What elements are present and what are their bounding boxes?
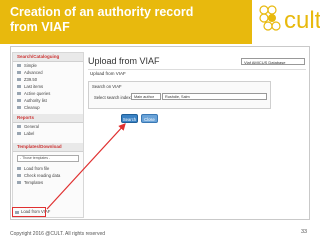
sidebar-heading-reports: Reports bbox=[13, 114, 83, 123]
sidebar-item-templates[interactable]: Templates bbox=[13, 179, 83, 186]
file-icon bbox=[17, 167, 21, 170]
search-icon bbox=[17, 71, 21, 74]
copyright-footer: Copyright 2016 @CULT. All rights reserve… bbox=[10, 231, 106, 237]
search-term-input[interactable]: Rushdie, Salm bbox=[162, 93, 267, 100]
template-icon bbox=[17, 181, 21, 184]
search-index-label: Select search index: bbox=[94, 95, 132, 100]
page-number: 33 bbox=[301, 229, 308, 235]
check-icon bbox=[17, 174, 21, 177]
page-title: Upload from VIAF bbox=[88, 56, 160, 66]
sidebar-heading-search: Search/Cataloguing bbox=[13, 53, 83, 62]
search-icon bbox=[17, 64, 21, 67]
sidebar-item-simple[interactable]: Simple bbox=[13, 62, 83, 69]
search-panel-title: Search on VIAF bbox=[92, 84, 122, 89]
sidebar-item-check-reading[interactable]: Check reading data bbox=[13, 172, 83, 179]
report-icon bbox=[17, 125, 21, 128]
sidebar-item-label[interactable]: Label bbox=[13, 130, 83, 137]
sidebar: Search/Cataloguing Simple Advanced Z39.5… bbox=[12, 52, 84, 218]
highlight-box bbox=[12, 207, 46, 217]
globe-icon bbox=[17, 78, 21, 81]
slide-title: Creation of an authority record from VIA… bbox=[10, 5, 194, 34]
sidebar-item-active-queries[interactable]: Active queries bbox=[13, 90, 83, 97]
database-select[interactable]: Viaf AMICUS Database bbox=[241, 58, 305, 65]
report-icon bbox=[17, 132, 21, 135]
sidebar-item-authority-list[interactable]: Authority list bbox=[13, 97, 83, 104]
authority-icon bbox=[17, 99, 21, 102]
close-button[interactable]: Close bbox=[141, 114, 158, 123]
logo: cult bbox=[252, 0, 320, 44]
divider bbox=[88, 69, 306, 70]
sidebar-item-cleanup[interactable]: Cleanup bbox=[13, 104, 83, 111]
sidebar-item-advanced[interactable]: Advanced bbox=[13, 69, 83, 76]
search-button[interactable]: Search bbox=[121, 114, 138, 123]
logo-text: cult bbox=[284, 7, 320, 34]
section-label: Upload from VIAF bbox=[90, 71, 126, 76]
list-icon bbox=[17, 85, 21, 88]
query-icon bbox=[17, 92, 21, 95]
sidebar-item-last-items[interactable]: Last items bbox=[13, 83, 83, 90]
search-index-select[interactable]: Main author bbox=[131, 93, 161, 100]
template-select[interactable]: - Those templates - bbox=[17, 155, 79, 162]
sidebar-item-z3950[interactable]: Z39.50 bbox=[13, 76, 83, 83]
sidebar-item-general[interactable]: General bbox=[13, 123, 83, 130]
cleanup-icon bbox=[17, 106, 21, 109]
sidebar-item-load-file[interactable]: Load from file bbox=[13, 165, 83, 172]
sidebar-heading-templates: Templates/Download bbox=[13, 143, 83, 152]
